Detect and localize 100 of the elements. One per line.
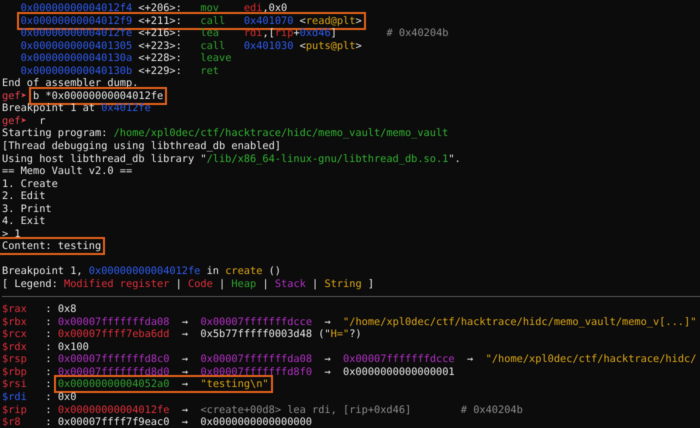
terminal-text: 2. Edit xyxy=(2,190,46,202)
stack-address-text: Stack xyxy=(274,278,306,290)
address-text: 0x00000000004012f9 xyxy=(20,14,132,27)
path-text: /lib/x86_64-linux-gnu/libthread_db.so.1 xyxy=(206,152,448,165)
stack-address-text: 0x00007fffffffd8f0 xyxy=(200,366,312,378)
terminal-text: [ Legend: xyxy=(2,278,58,290)
terminal-text: < xyxy=(300,14,306,27)
string-text: "/home/xpl0dec/ctf/hacktrace/hidc/memo_vault/memo_v[...]" xyxy=(343,316,696,328)
terminal-text: [Thread debugging using libthread_db enabled] xyxy=(2,140,281,152)
terminal-text: 1. Create xyxy=(2,178,58,190)
stack-address-text: 0x00007fffffffda08 xyxy=(58,316,170,328)
terminal-text: → xyxy=(182,316,188,328)
terminal-text: ?) xyxy=(349,328,362,340)
address-text: 0x401030 xyxy=(244,40,294,52)
terminal-text: : xyxy=(45,353,52,366)
string-text: "/home/xpl0dec/ctf/hacktrace/hidc/ xyxy=(486,353,696,366)
terminal-text: > xyxy=(355,40,362,52)
prompt-text: gef➤ xyxy=(2,90,27,102)
symbol-text: puts@plt xyxy=(306,40,356,52)
terminal-text: < xyxy=(300,40,306,52)
terminal-text: () xyxy=(268,265,282,278)
terminal-text: + xyxy=(293,27,300,40)
register-name: $rbp xyxy=(2,366,27,378)
terminal-text: == Memo Vault v2.0 == xyxy=(2,165,132,178)
stack-address-text: 0x00007fffffffd8d0 xyxy=(58,366,170,378)
terminal-text: → xyxy=(182,404,188,416)
terminal-text: 3. Print xyxy=(2,202,52,215)
register-name: $rsp xyxy=(2,353,27,366)
address-text: 0x401070 xyxy=(244,14,294,27)
terminal-text: : xyxy=(45,316,52,328)
instruction-text: <create+00d8> lea rdi, [rip+0xd46] # 0x40204b xyxy=(200,404,523,416)
register-name: $rip xyxy=(2,404,27,416)
terminal-text: <+223>: xyxy=(138,40,182,52)
register-text: edi xyxy=(244,2,262,14)
register-text: rip xyxy=(274,27,294,40)
terminal-text: : 0x00007ffff7f9eac0 → 0x0000000000000000 xyxy=(45,416,312,428)
mnemonic-text: call xyxy=(200,40,226,52)
terminal-text: Content: testing xyxy=(2,240,102,252)
address-text: 0x00000000004012fe xyxy=(88,265,200,278)
address-text: 0x000000000040130a xyxy=(20,52,132,64)
terminal-text: Breakpoint 1 at xyxy=(2,102,95,114)
mnemonic-text: ret xyxy=(200,64,220,77)
terminal-text: in xyxy=(206,265,219,278)
terminal-text: : xyxy=(45,404,52,416)
terminal-text: Using host libthread_db library " xyxy=(2,152,207,165)
code-address-text: Modified register xyxy=(64,278,170,290)
stack-address-text: 0x00007fffffffdcce xyxy=(200,316,312,328)
register-name: $rax xyxy=(2,303,27,316)
register-name: $rsi xyxy=(2,378,27,390)
terminal-text: → xyxy=(324,316,331,328)
terminal-text: ,[ xyxy=(262,27,275,40)
address-text: 0x000000000040130b xyxy=(20,64,132,77)
prompt-text: gef➤ xyxy=(2,114,27,127)
string-text: "testing\n" xyxy=(200,378,269,390)
register-text: rdi xyxy=(244,27,262,40)
terminal-text: → 0x0000000000000001 xyxy=(324,366,455,378)
terminal-text: <+216>: xyxy=(138,27,182,40)
register-name: $rdx xyxy=(2,340,27,353)
terminal-text: Breakpoint 1, xyxy=(2,265,83,278)
terminal-text: <+211>: xyxy=(138,14,182,27)
terminal-text: → xyxy=(182,378,188,390)
register-name: $rcx xyxy=(2,328,27,340)
register-name: $rdi xyxy=(2,390,27,403)
address-text: 0x00000000004012fe xyxy=(20,27,132,40)
terminal-text: : 0x0 xyxy=(45,390,76,403)
terminal-text: : 0x8 xyxy=(45,303,76,316)
heap-address-text: 0x00000000004052a0 xyxy=(58,378,170,390)
terminal-text: ] xyxy=(330,27,337,40)
terminal-text: r xyxy=(39,114,46,127)
code-address-text: 0x00007ffff7eba6dd xyxy=(58,328,170,340)
terminal-text: | xyxy=(219,278,226,290)
terminal-text: <+228>: xyxy=(138,52,182,64)
terminal-text: ". xyxy=(448,152,461,165)
terminal-text: | xyxy=(262,278,269,290)
mnemonic-text: lea xyxy=(200,27,220,40)
address-text: 0x00000000004012f4 xyxy=(20,2,132,14)
mnemonic-text: mov xyxy=(200,2,220,14)
terminal-text: > xyxy=(355,14,362,27)
mnemonic-text: call xyxy=(200,14,226,27)
path-text: /home/xpl0dec/ctf/hacktrace/hidc/memo_vault/memo_vault xyxy=(114,127,448,140)
terminal-text: | xyxy=(176,278,182,290)
terminal-text: → xyxy=(324,353,331,366)
terminal-text: : xyxy=(45,328,52,340)
terminal-text: → 0x5b77fffff0003d48 (" xyxy=(182,328,331,340)
code-address-text: 0x00000000004012fe xyxy=(58,404,170,416)
address-text: 0x4012fe xyxy=(101,102,151,114)
terminal-text: 4. Exit xyxy=(2,215,46,228)
symbol-text: create xyxy=(225,265,262,278)
terminal-text: | xyxy=(312,278,318,290)
register-name: $rbx xyxy=(2,316,27,328)
stack-address-text: 0x00007fffffffda08 xyxy=(200,353,312,366)
terminal-text: ,0x0 xyxy=(262,2,288,14)
address-text: 0xd46 xyxy=(300,27,331,40)
terminal-text: ] xyxy=(368,278,374,290)
terminal-text: → xyxy=(182,366,188,378)
terminal-text: : xyxy=(45,378,52,390)
terminal-text: <+206>: xyxy=(138,2,182,14)
string-text: String xyxy=(324,278,362,290)
terminal-text: Starting program: xyxy=(2,127,108,140)
terminal-text: b *0x00000000004012fe xyxy=(33,90,164,102)
